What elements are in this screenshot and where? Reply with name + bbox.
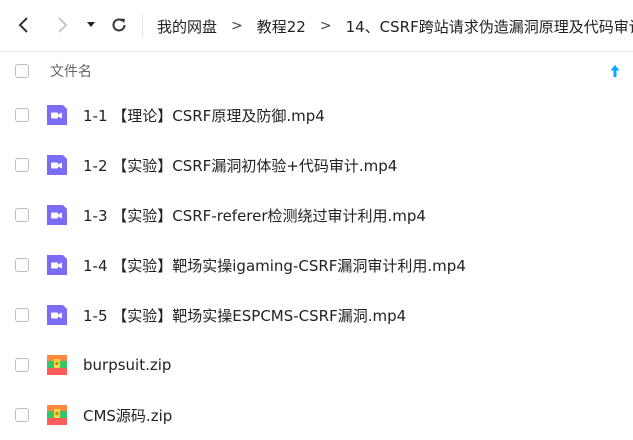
breadcrumb-separator-icon: > xyxy=(231,18,243,34)
chevron-right-icon xyxy=(58,17,68,33)
zip-file-icon xyxy=(47,405,67,425)
refresh-icon xyxy=(112,18,126,32)
file-row[interactable]: 1-2 【实验】CSRF漏洞初体验+代码审计.mp4 xyxy=(0,140,633,190)
file-row[interactable]: 1-1 【理论】CSRF原理及防御.mp4 xyxy=(0,90,633,140)
breadcrumb: 我的网盘 > 教程22 > 14、CSRF跨站请求伪造漏洞原理及代码审计 xyxy=(157,0,633,52)
video-file-icon xyxy=(47,205,67,225)
file-name[interactable]: CMS源码.zip xyxy=(83,405,172,426)
file-row[interactable]: CMS源码.zip xyxy=(0,390,633,440)
video-file-icon xyxy=(47,155,67,175)
video-file-icon xyxy=(47,255,67,275)
file-name[interactable]: 1-4 【实验】靶场实操igaming-CSRF漏洞审计利用.mp4 xyxy=(83,255,466,276)
file-row[interactable]: 1-3 【实验】CSRF-referer检测绕过审计利用.mp4 xyxy=(0,190,633,240)
select-all-checkbox[interactable] xyxy=(15,64,29,78)
breadcrumb-separator-icon: > xyxy=(319,18,332,34)
toolbar-divider xyxy=(142,14,143,38)
caret-down-icon xyxy=(87,22,95,27)
history-dropdown-button[interactable] xyxy=(82,12,100,38)
row-checkbox[interactable] xyxy=(15,408,29,422)
file-row[interactable]: 1-5 【实验】靶场实操ESPCMS-CSRF漏洞.mp4 xyxy=(0,290,633,340)
breadcrumb-item-root[interactable]: 我的网盘 xyxy=(157,16,217,37)
file-name[interactable]: 1-1 【理论】CSRF原理及防御.mp4 xyxy=(83,105,325,126)
row-checkbox[interactable] xyxy=(15,308,29,322)
file-name[interactable]: 1-3 【实验】CSRF-referer检测绕过审计利用.mp4 xyxy=(83,205,426,226)
file-row[interactable]: 1-4 【实验】靶场实操igaming-CSRF漏洞审计利用.mp4 xyxy=(0,240,633,290)
row-checkbox[interactable] xyxy=(15,358,29,372)
back-button[interactable] xyxy=(11,12,37,38)
row-checkbox[interactable] xyxy=(15,108,29,122)
breadcrumb-item-current[interactable]: 14、CSRF跨站请求伪造漏洞原理及代码审计 xyxy=(346,16,633,37)
zip-file-icon xyxy=(47,355,67,375)
file-row[interactable]: burpsuit.zip xyxy=(0,340,633,390)
video-file-icon xyxy=(47,305,67,325)
file-name[interactable]: burpsuit.zip xyxy=(83,356,171,374)
row-checkbox[interactable] xyxy=(15,258,29,272)
refresh-button[interactable] xyxy=(106,12,132,38)
chevron-left-icon xyxy=(18,17,28,33)
row-checkbox[interactable] xyxy=(15,208,29,222)
forward-button[interactable] xyxy=(49,12,75,38)
file-list-header: 文件名 xyxy=(0,52,633,90)
breadcrumb-item-folder[interactable]: 教程22 xyxy=(257,16,306,37)
file-name[interactable]: 1-5 【实验】靶场实操ESPCMS-CSRF漏洞.mp4 xyxy=(83,305,406,326)
file-name[interactable]: 1-2 【实验】CSRF漏洞初体验+代码审计.mp4 xyxy=(83,155,397,176)
navigation-toolbar: 我的网盘 > 教程22 > 14、CSRF跨站请求伪造漏洞原理及代码审计 xyxy=(0,0,633,52)
sort-ascending-icon[interactable] xyxy=(608,63,622,79)
column-header-filename[interactable]: 文件名 xyxy=(50,61,92,81)
video-file-icon xyxy=(47,105,67,125)
row-checkbox[interactable] xyxy=(15,158,29,172)
